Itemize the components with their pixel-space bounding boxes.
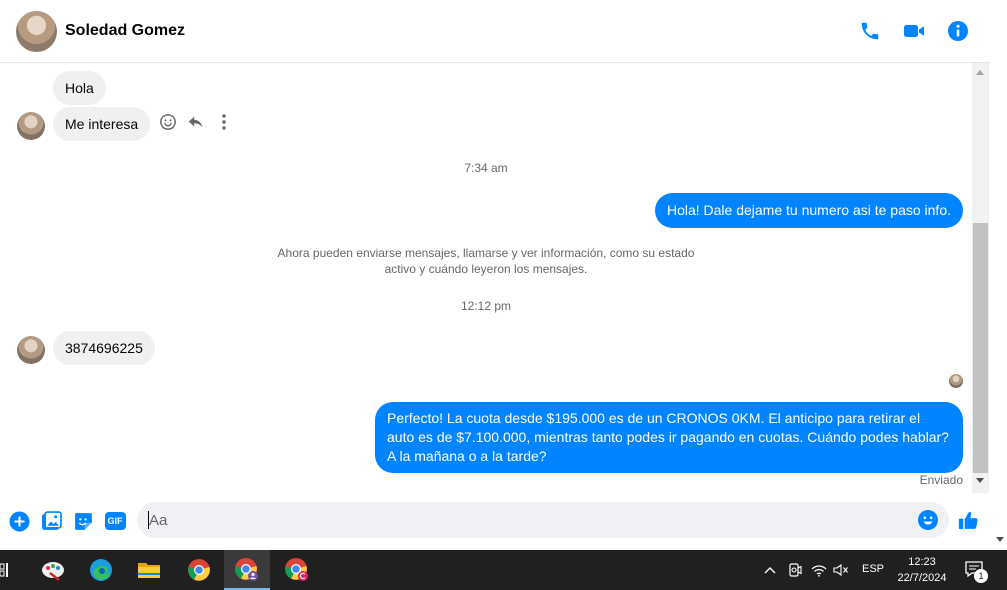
paint-app-icon[interactable] bbox=[30, 550, 76, 590]
windows-taskbar: ESP 12:23 22/7/2024 1 bbox=[0, 550, 1007, 590]
message-incoming[interactable]: Hola bbox=[53, 71, 106, 105]
gif-icon[interactable]: GIF bbox=[104, 510, 126, 532]
clock-time: 12:23 bbox=[908, 556, 936, 568]
emoji-icon[interactable] bbox=[917, 509, 939, 531]
system-clock[interactable]: 12:23 22/7/2024 bbox=[890, 554, 954, 586]
edge-browser-icon[interactable] bbox=[78, 550, 124, 590]
message-timestamp: 12:12 pm bbox=[460, 299, 512, 313]
plus-icon[interactable] bbox=[8, 510, 30, 532]
more-options-icon[interactable] bbox=[213, 111, 235, 133]
chat-header: Soledad Gomez bbox=[0, 0, 990, 63]
contact-avatar[interactable] bbox=[16, 11, 57, 52]
gif-label: GIF bbox=[104, 512, 126, 530]
message-incoming[interactable]: Me interesa bbox=[53, 107, 151, 141]
volume-muted-icon[interactable] bbox=[832, 561, 850, 579]
show-hidden-icons-icon[interactable] bbox=[761, 561, 779, 579]
scroll-down-arrow[interactable] bbox=[976, 478, 984, 483]
sticker-icon[interactable] bbox=[72, 510, 94, 532]
sender-avatar[interactable] bbox=[17, 112, 45, 140]
chat-scrollbar[interactable] bbox=[972, 63, 989, 493]
scroll-up-arrow[interactable] bbox=[976, 70, 984, 75]
notification-center-icon[interactable]: 1 bbox=[964, 559, 988, 583]
message-incoming[interactable]: 3874696225 bbox=[53, 331, 155, 365]
message-outgoing[interactable]: Hola! Dale dejame tu numero asi te paso … bbox=[654, 193, 963, 228]
clock-date: 22/7/2024 bbox=[897, 572, 947, 584]
message-input[interactable] bbox=[149, 502, 909, 538]
message-composer: GIF bbox=[0, 493, 990, 550]
chrome-browser-icon[interactable] bbox=[176, 550, 222, 590]
video-camera-icon[interactable] bbox=[902, 19, 926, 43]
notification-count-badge: 1 bbox=[974, 569, 988, 583]
read-receipt-avatar bbox=[949, 374, 963, 388]
react-icon[interactable] bbox=[157, 111, 179, 133]
wifi-icon[interactable] bbox=[810, 561, 828, 579]
meet-now-icon[interactable] bbox=[786, 561, 804, 579]
like-icon[interactable] bbox=[956, 508, 980, 532]
reply-icon[interactable] bbox=[185, 111, 207, 133]
phone-icon[interactable] bbox=[858, 19, 882, 43]
message-timestamp: 7:34 am bbox=[464, 161, 508, 175]
sender-avatar[interactable] bbox=[17, 336, 45, 364]
chrome-profile-2-icon[interactable] bbox=[274, 550, 320, 590]
sent-status: Enviado bbox=[919, 473, 963, 487]
photo-icon[interactable] bbox=[40, 510, 62, 532]
privacy-notice: Ahora pueden enviarse mensajes, llamarse… bbox=[277, 246, 695, 276]
task-view-icon[interactable] bbox=[0, 562, 10, 578]
chrome-profile-1-icon[interactable] bbox=[224, 550, 270, 590]
contact-name[interactable]: Soledad Gomez bbox=[65, 22, 185, 40]
message-outgoing[interactable]: Perfecto! La cuota desde $195.000 es de … bbox=[375, 402, 963, 473]
window-edge bbox=[990, 0, 1007, 550]
page-scroll-down-arrow[interactable] bbox=[996, 537, 1004, 542]
scroll-thumb[interactable] bbox=[973, 223, 988, 473]
input-language[interactable]: ESP bbox=[862, 563, 884, 575]
file-explorer-icon[interactable] bbox=[126, 550, 172, 590]
message-input-container[interactable] bbox=[137, 502, 949, 538]
info-icon[interactable] bbox=[946, 19, 970, 43]
message-list: Hola Me interesa 7:34 am Hola! Dale deja… bbox=[0, 63, 972, 493]
